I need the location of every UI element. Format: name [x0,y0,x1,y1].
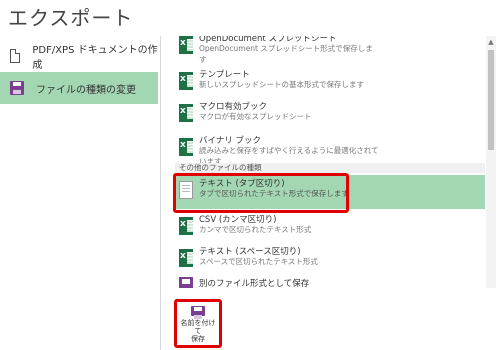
save-as-icon [179,277,193,288]
file-type-save-other-format[interactable]: 別のファイル形式として保存 [175,271,485,288]
save-disk-icon [10,81,24,95]
left-nav-panel: PDF/XPS ドキュメントの作成 ファイルの種類の変更 [0,36,161,350]
excel-icon [179,138,193,156]
excel-icon [179,104,193,122]
excel-icon [179,249,193,267]
file-type-text-tab[interactable]: テキスト (タブ区切り) タブで区切られたテキスト形式で保存します [175,175,485,209]
nav-item-change-file-type[interactable]: ファイルの種類の変更 [0,72,158,104]
nav-item-label: ファイルの種類の変更 [36,84,136,96]
file-type-list: OpenDocument スプレッドシート OpenDocument スプレッド… [175,36,485,288]
file-type-title: 別のファイル形式として保存 [199,279,310,288]
excel-icon [179,36,193,54]
file-type-macro-enabled[interactable]: マクロ有効ブック マクロが有効なスプレッドシート [175,98,485,132]
file-type-desc: 新しいスプレッドシートの基本形式で保存します [199,80,364,89]
pdf-document-icon [10,49,21,63]
nav-item-label: PDF/XPS ドキュメントの作成 [32,45,158,71]
chevron-up-icon[interactable]: ▲ [487,38,495,46]
file-type-desc: スペースで区切られたテキスト形式 [199,257,318,266]
save-as-label-line1: 名前を付けて [180,319,216,335]
file-type-binary[interactable]: バイナリ ブック 読み込みと保存をすばやく行えるように最適化されています [175,132,485,166]
file-type-desc: OpenDocument スプレッドシート形式で保存します [199,44,373,64]
save-as-label-line2: 保存 [191,335,205,343]
scrollbar[interactable]: ▲ [486,36,496,288]
file-type-desc: カンマで区切られたテキスト形式 [199,225,312,234]
file-type-opendocument[interactable]: OpenDocument スプレッドシート OpenDocument スプレッド… [175,36,485,64]
file-type-template[interactable]: テンプレート 新しいスプレッドシートの基本形式で保存します [175,66,485,100]
excel-icon [179,72,193,90]
section-header-other-types: その他のファイルの種類 [175,163,485,173]
save-as-button-label: 名前を付けて 保存 [178,319,218,343]
nav-item-create-pdf-xps[interactable]: PDF/XPS ドキュメントの作成 [0,40,158,72]
text-file-icon [179,181,193,199]
page-title: エクスポート [8,6,134,30]
file-type-csv[interactable]: CSV (カンマ区切り) カンマで区切られたテキスト形式 [175,211,485,245]
save-as-button[interactable]: 名前を付けて 保存 [178,303,218,343]
save-disk-icon [191,306,205,319]
scrollbar-thumb[interactable] [488,50,494,150]
file-type-desc: タブで区切られたテキスト形式で保存します [199,189,349,198]
excel-icon [179,217,193,235]
file-type-desc: マクロが有効なスプレッドシート [199,112,312,121]
